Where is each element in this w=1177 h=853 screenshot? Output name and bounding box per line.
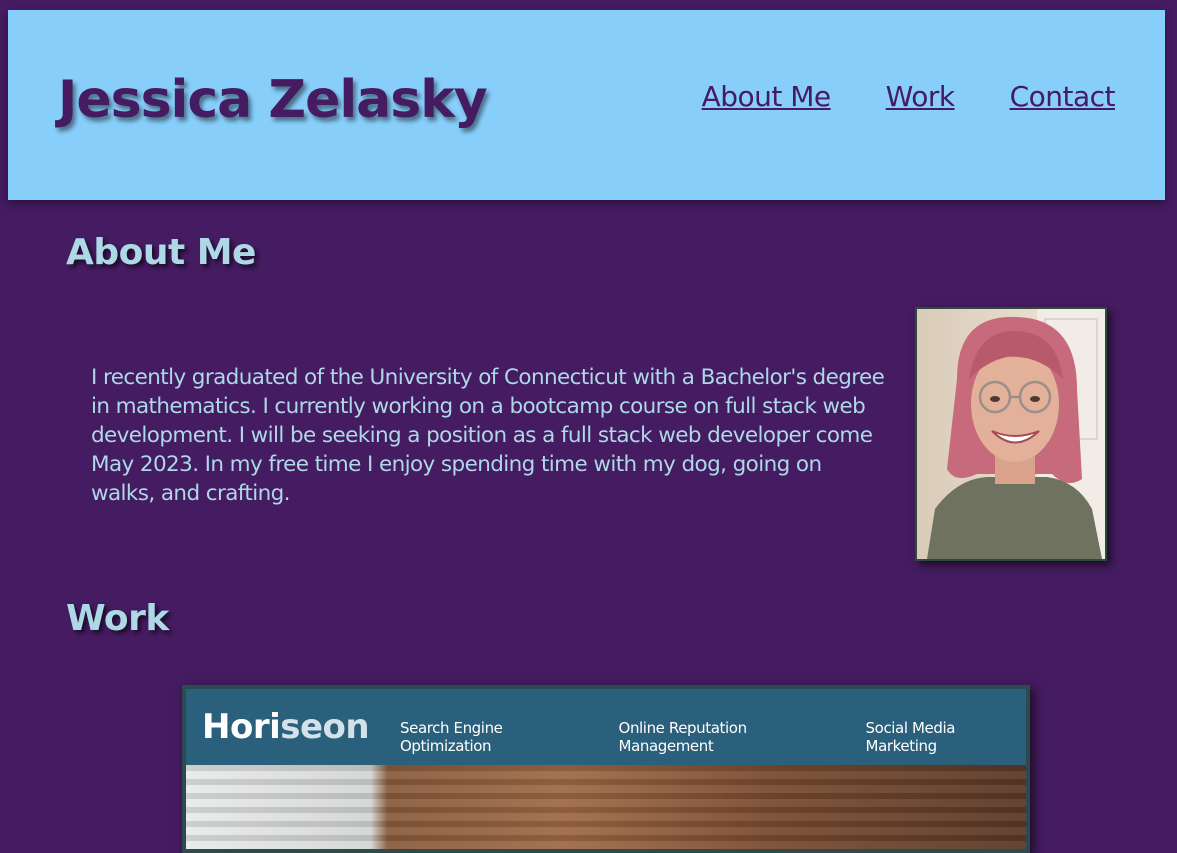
nav-link-contact[interactable]: Contact xyxy=(1010,80,1116,113)
horiseon-hero-image xyxy=(186,765,1026,849)
horiseon-nav-item: Search Engine Optimization xyxy=(400,719,503,755)
site-header: Jessica Zelasky About Me Work Contact xyxy=(8,10,1165,200)
about-text: I recently graduated of the University o… xyxy=(91,365,885,506)
horiseon-nav-item: Online Reputation Management xyxy=(618,719,748,755)
horiseon-logo-part2: seon xyxy=(280,707,370,747)
nav-link-about-me[interactable]: About Me xyxy=(702,80,832,113)
horiseon-header-bar: Horiseon Search Engine Optimization Onli… xyxy=(186,689,1026,765)
horiseon-logo: Horiseon xyxy=(202,707,370,747)
about-heading: About Me xyxy=(66,232,256,273)
work-heading: Work xyxy=(66,598,169,639)
main-nav: About Me Work Contact xyxy=(702,80,1116,113)
work-project-horiseon[interactable]: Horiseon Search Engine Optimization Onli… xyxy=(182,685,1030,853)
horiseon-nav-item: Social Media Marketing xyxy=(865,719,956,755)
horiseon-nav: Search Engine Optimization Online Reputa… xyxy=(400,719,1026,755)
site-title: Jessica Zelasky xyxy=(58,70,488,130)
horiseon-logo-part1: Hori xyxy=(202,707,281,747)
nav-link-work[interactable]: Work xyxy=(886,80,955,113)
profile-photo xyxy=(915,307,1107,561)
